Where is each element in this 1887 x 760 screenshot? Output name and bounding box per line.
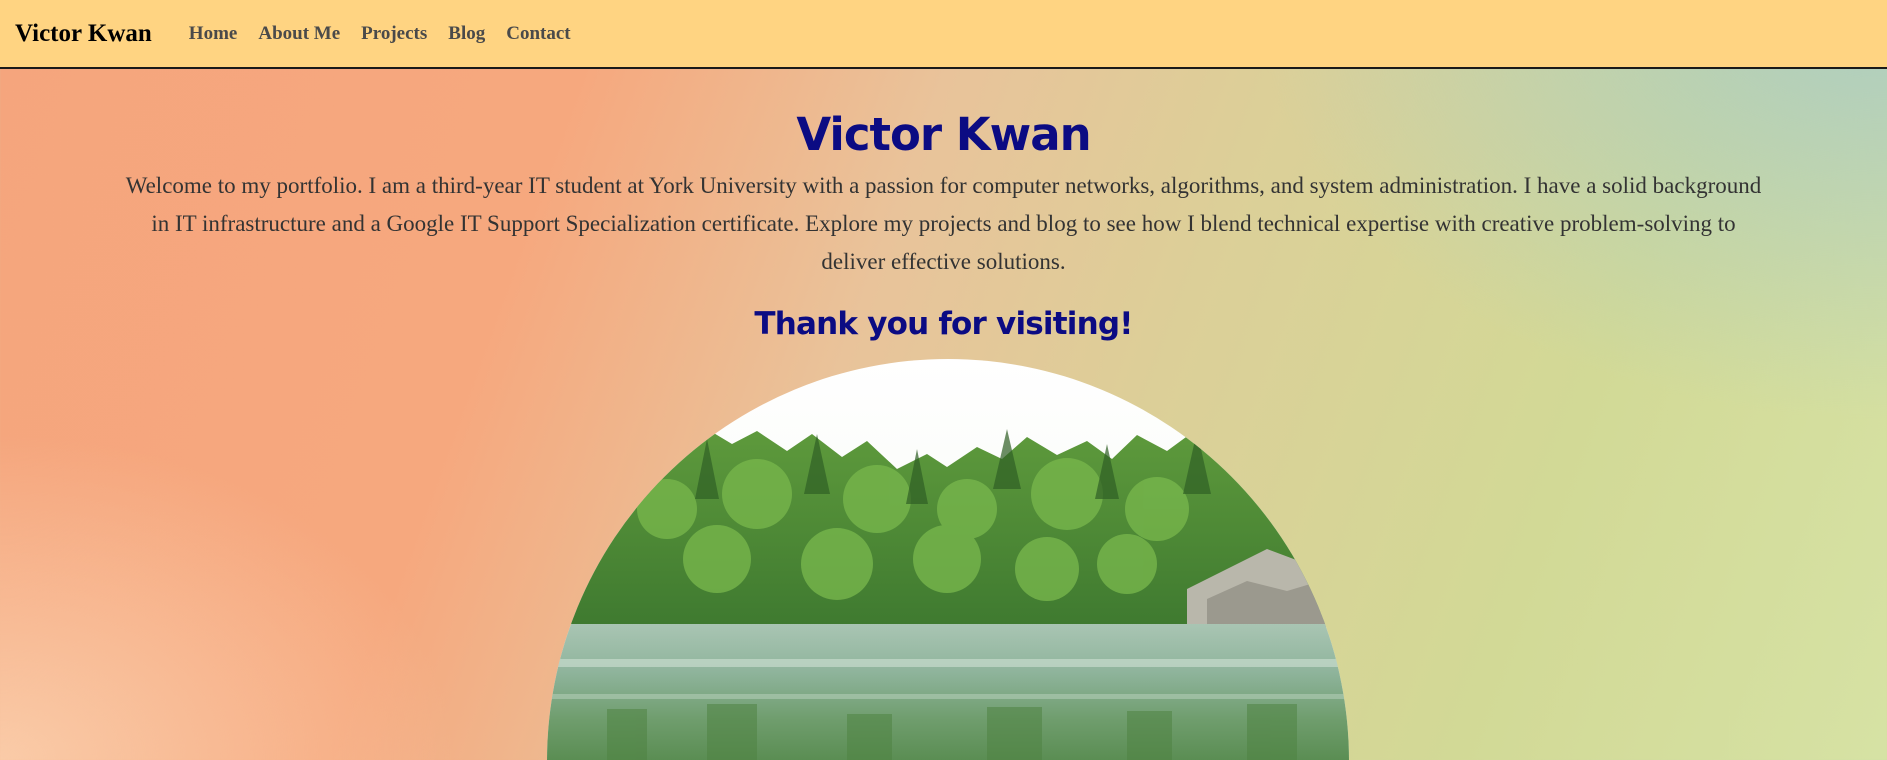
lake-photo (547, 359, 1349, 760)
navbar: Victor Kwan Home About Me Projects Blog … (0, 0, 1887, 69)
nav-link-projects[interactable]: Projects (361, 23, 427, 45)
nav-links: Home About Me Projects Blog Contact (168, 23, 571, 45)
nav-link-about-me[interactable]: About Me (258, 23, 340, 45)
main-content: Victor Kwan Welcome to my portfolio. I a… (0, 69, 1887, 343)
page-title: Victor Kwan (796, 108, 1091, 161)
nav-link-blog[interactable]: Blog (448, 23, 485, 45)
nav-link-contact[interactable]: Contact (506, 23, 570, 45)
nav-link-home[interactable]: Home (189, 23, 238, 45)
brand-logo[interactable]: Victor Kwan (15, 20, 152, 48)
lake-photo-image (547, 359, 1349, 760)
intro-paragraph: Welcome to my portfolio. I am a third-ye… (125, 173, 1762, 274)
thanks-heading: Thank you for visiting! (754, 306, 1133, 342)
